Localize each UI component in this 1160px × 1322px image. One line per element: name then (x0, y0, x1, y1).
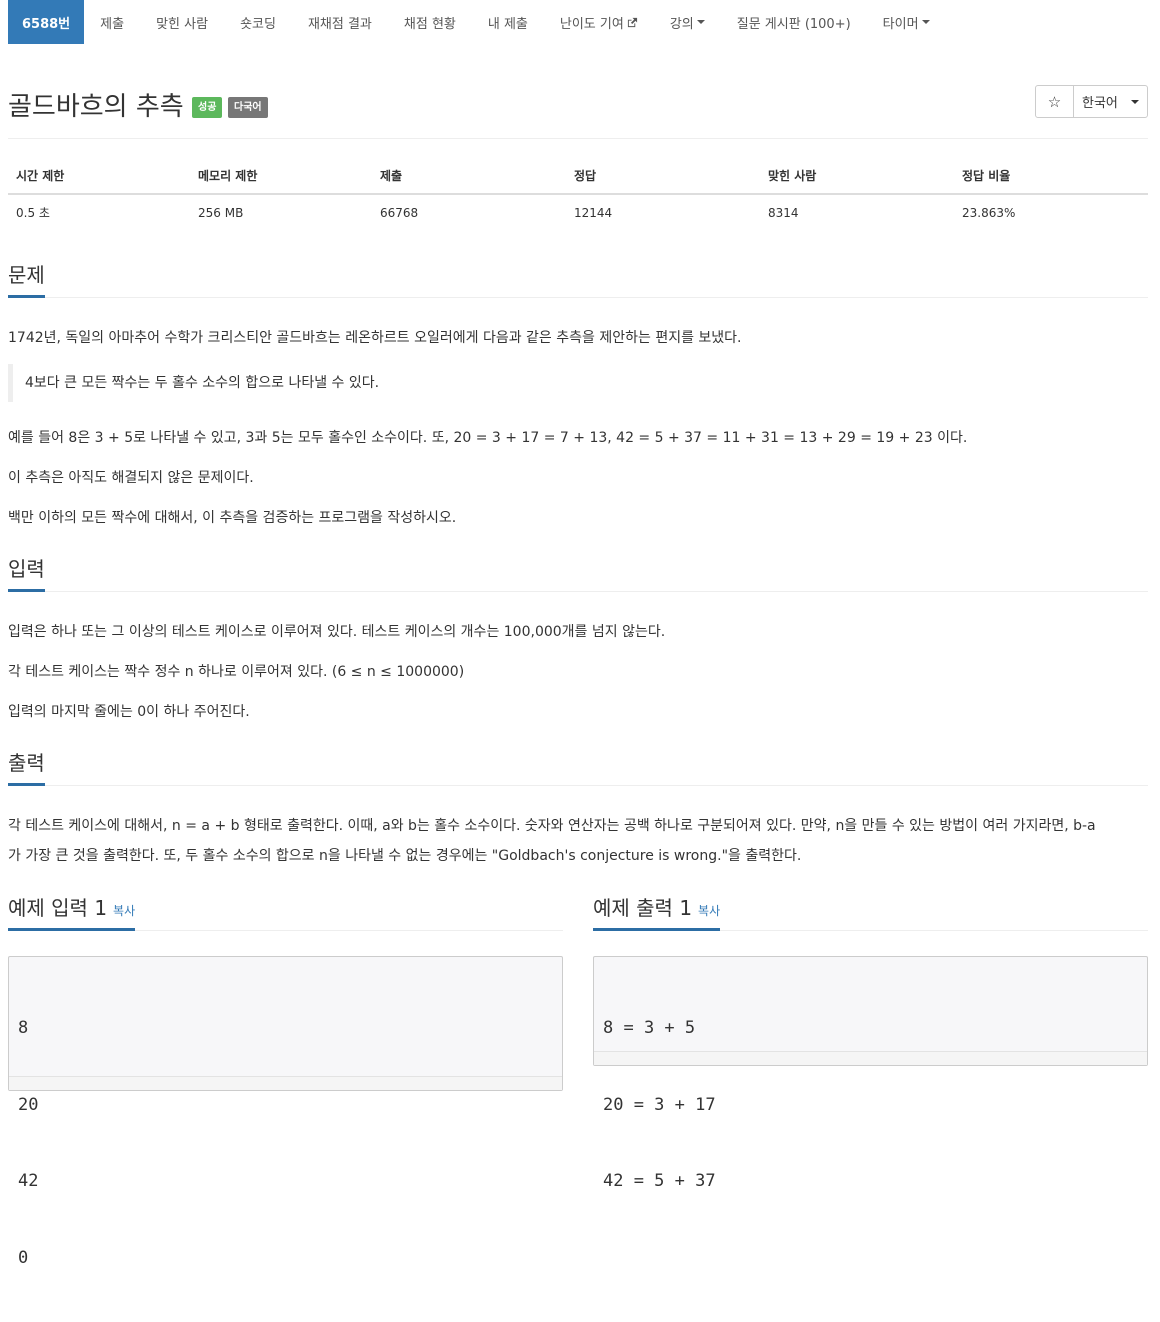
nav-my-submissions[interactable]: 내 제출 (472, 0, 544, 44)
nav-label: 타이머 (882, 16, 919, 32)
nav-label: 질문 게시판 (100+) (736, 16, 851, 32)
sample-output-header: 예제 출력 1 복사 (593, 895, 1148, 931)
nav-rejudge-results[interactable]: 재채점 결과 (292, 0, 388, 44)
nav-label: 채점 현황 (403, 16, 456, 32)
scroll-track (9, 1076, 562, 1090)
nav-problem-number[interactable]: 6588번 (8, 0, 85, 44)
scroll-track (594, 1051, 1147, 1065)
nav-label: 내 제출 (487, 16, 528, 32)
caret-down-icon (921, 20, 930, 24)
output-heading: 출력 (8, 750, 45, 786)
star-icon: ☆ (1047, 92, 1062, 111)
header-memory-limit: 메모리 제한 (190, 158, 372, 195)
title-button-group: ☆ 한국어 (1035, 85, 1148, 118)
output-section-header: 출력 (8, 750, 1148, 786)
sample-input-box: 8 20 42 0 (8, 956, 563, 1268)
language-select[interactable]: 한국어 (1074, 86, 1147, 117)
status-badge-success: 성공 (192, 97, 223, 118)
sample-input-header: 예제 입력 1 복사 (8, 895, 563, 931)
value-time-limit: 0.5 초 (16, 206, 50, 220)
problem-title: 골드바흐의 추측 (8, 92, 184, 122)
nav-timer-dropdown[interactable]: 타이머 (867, 0, 946, 44)
description-paragraph: 백만 이하의 모든 짝수에 대해서, 이 추측을 검증하는 프로그램을 작성하시… (8, 510, 457, 526)
input-paragraph: 각 테스트 케이스는 짝수 정수 n 하나로 이루어져 있다. (6 ≤ n ≤… (8, 664, 465, 680)
sample-output-line: 20 = 3 + 17 (603, 1094, 716, 1115)
input-paragraph: 입력의 마지막 줄에는 0이 하나 주어진다. (8, 704, 250, 720)
table-header-row: 시간 제한 메모리 제한 제출 정답 맞힌 사람 정답 비율 (8, 158, 1148, 195)
table-row: 0.5 초 256 MB 66768 12144 8314 23.863% (8, 194, 1148, 228)
sample-input-line: 42 (18, 1171, 39, 1191)
input-paragraph: 입력은 하나 또는 그 이상의 테스트 케이스로 이루어져 있다. 테스트 케이… (8, 624, 666, 640)
value-submissions: 66768 (380, 205, 419, 220)
nav-solved-users[interactable]: 맞힌 사람 (140, 0, 224, 44)
header-time-limit: 시간 제한 (8, 158, 190, 195)
problem-nav: 6588번 제출 맞힌 사람 숏코딩 재채점 결과 채점 현황 내 제출 난이도… (8, 0, 946, 44)
sample-input-title: 예제 입력 1 (8, 896, 108, 920)
nav-lectures-dropdown[interactable]: 강의 (654, 0, 721, 44)
sample-input-heading: 예제 입력 1 복사 (8, 895, 136, 931)
caret-down-icon (1130, 99, 1139, 104)
value-memory-limit: 256 MB (198, 205, 244, 220)
divider (8, 138, 1148, 139)
nav-label: 6588번 (22, 16, 71, 32)
nav-label: 맞힌 사람 (156, 16, 209, 32)
nav-submit[interactable]: 제출 (84, 0, 140, 44)
header-solved-users: 맞힌 사람 (760, 158, 954, 195)
favorite-star-button[interactable]: ☆ (1036, 86, 1074, 117)
sample-input-line: 0 (18, 1247, 29, 1268)
nav-question-board[interactable]: 질문 게시판 (100+) (721, 0, 867, 44)
input-section-header: 입력 (8, 556, 1148, 592)
nav-label: 숏코딩 (240, 16, 276, 32)
sample-output-line: 8 = 3 + 5 (603, 1018, 696, 1038)
problem-info-table: 시간 제한 메모리 제한 제출 정답 맞힌 사람 정답 비율 0.5 초 256… (8, 158, 1148, 228)
sample-output-box: 8 = 3 + 5 20 = 3 + 17 42 = 5 + 37 (593, 956, 1148, 1191)
nav-label: 재채점 결과 (307, 16, 372, 32)
description-heading: 문제 (8, 262, 45, 298)
sample-output-title: 예제 출력 1 (593, 896, 693, 920)
nav-judge-status[interactable]: 채점 현황 (388, 0, 472, 44)
nav-short-coding[interactable]: 숏코딩 (224, 0, 292, 44)
nav-label: 제출 (100, 16, 125, 32)
nav-label: 난이도 기여 (559, 16, 624, 32)
description-paragraph: 이 추측은 아직도 해결되지 않은 문제이다. (8, 470, 254, 486)
description-paragraph: 1742년, 독일의 아마추어 수학가 크리스티안 골드바흐는 레온하르트 오일… (8, 330, 742, 346)
language-label: 한국어 (1082, 96, 1118, 111)
header-submissions: 제출 (372, 158, 566, 195)
value-accept-ratio: 23.863% (962, 205, 1016, 220)
caret-down-icon (696, 20, 705, 24)
description-paragraph: 예를 들어 8은 3 + 5로 나타낼 수 있고, 3과 5는 모두 홀수인 소… (8, 430, 968, 446)
header-accept-ratio: 정답 비율 (954, 158, 1148, 195)
copy-sample-output-link[interactable]: 복사 (698, 904, 720, 918)
nav-difficulty-contribution[interactable]: 난이도 기여 (544, 0, 654, 44)
nav-label: 강의 (669, 16, 694, 32)
description-section-header: 문제 (8, 262, 1148, 298)
sample-output-heading: 예제 출력 1 복사 (593, 895, 721, 931)
sample-input-line: 20 (18, 1094, 39, 1115)
badge-multilang: 다국어 (228, 97, 268, 118)
copy-sample-input-link[interactable]: 복사 (113, 904, 135, 918)
output-paragraph: 가 가장 큰 것을 출력한다. 또, 두 홀수 소수의 합으로 n을 나타낼 수… (8, 848, 802, 864)
conjecture-blockquote: 4보다 큰 모든 짝수는 두 홀수 소수의 합으로 나타낼 수 있다. (8, 364, 1148, 402)
value-solved-users: 8314 (768, 205, 799, 220)
input-heading: 입력 (8, 556, 45, 592)
problem-title-row: 골드바흐의 추측 성공 다국어 ☆ 한국어 (8, 84, 1148, 124)
output-paragraph: 각 테스트 케이스에 대해서, n = a + b 형태로 출력한다. 이때, … (8, 818, 1096, 834)
sample-output-line: 42 = 5 + 37 (603, 1171, 716, 1191)
sample-input-line: 8 (18, 1018, 29, 1038)
external-link-icon (627, 17, 637, 27)
header-accepted: 정답 (566, 158, 760, 195)
value-accepted: 12144 (574, 205, 613, 220)
